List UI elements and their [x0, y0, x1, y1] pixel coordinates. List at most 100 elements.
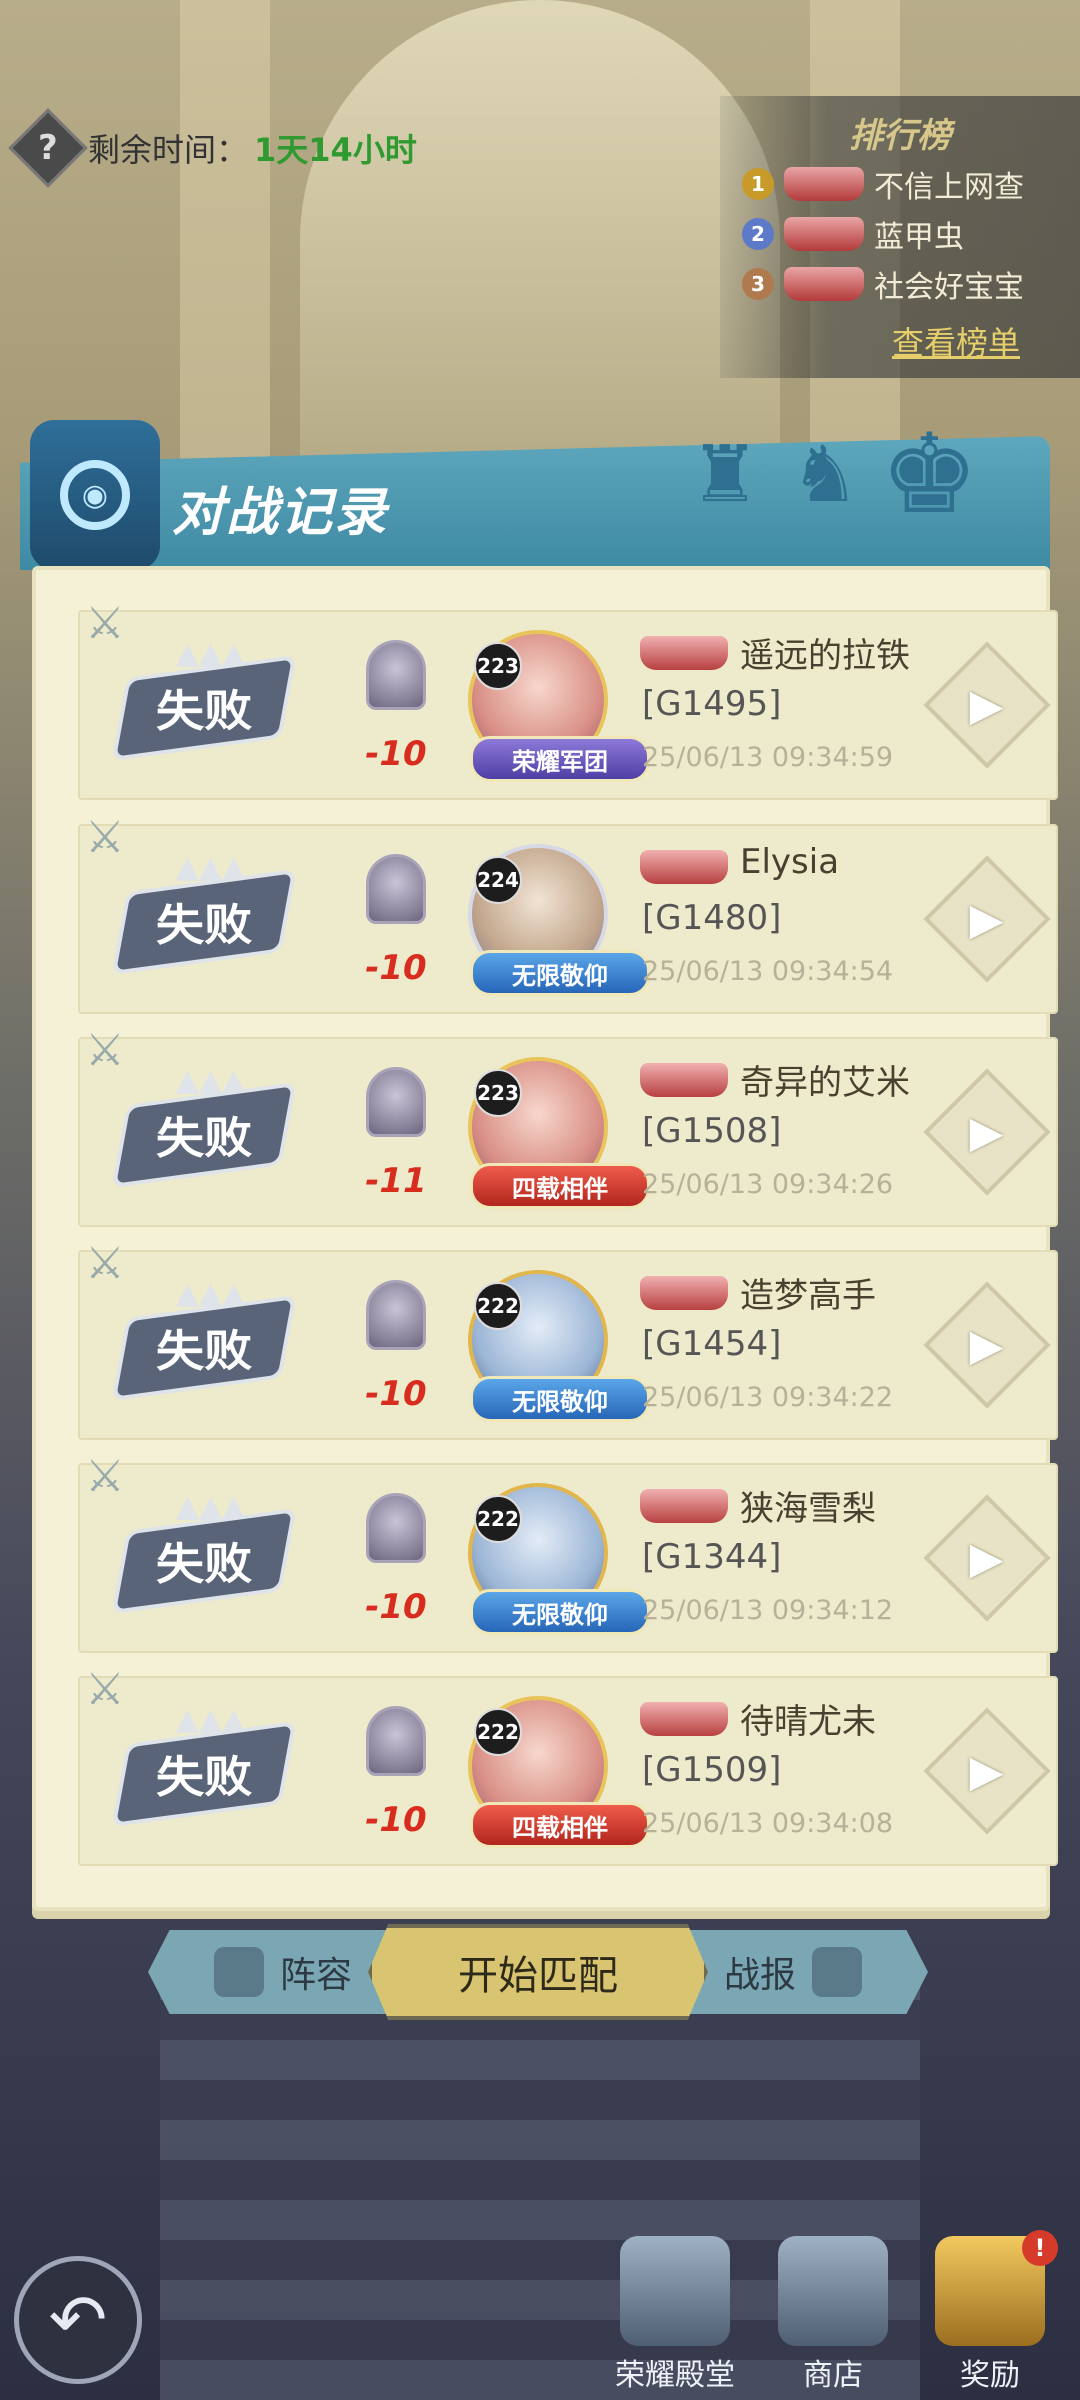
match-time: 25/06/13 09:34:54 [642, 956, 894, 987]
page-title: 对战记录 [172, 483, 389, 543]
crossed-swords-icon: ⚔ [85, 1024, 125, 1076]
skin-title-tag: 荣耀军团 [470, 736, 650, 782]
battle-record-row[interactable]: ⚔ ▲▲▲ 失败 -10 222 无限敬仰 造梦高手 [G1454] 25/06… [78, 1238, 1058, 1440]
opponent-name: 狭海雪梨 [740, 1489, 876, 1529]
player-rank-badge-icon [640, 850, 728, 884]
player-rank-badge-icon [640, 1489, 728, 1523]
battle-record-row[interactable]: ⚔ ▲▲▲ 失败 -10 224 无限敬仰 Elysia [G1480] 25/… [78, 812, 1058, 1014]
result-badge: 失败 [111, 1294, 297, 1402]
rank-player-name: 蓝甲虫 [874, 220, 964, 255]
play-icon: ▶ [970, 1319, 1004, 1371]
battle-report-tab-label: 战报 [723, 1955, 796, 1996]
replay-button[interactable]: ▶ [923, 1068, 1051, 1196]
rank-badge-icon [784, 267, 864, 301]
opponent-code: [G1480] [642, 898, 782, 938]
result-badge: 失败 [111, 868, 297, 976]
hall-label: 荣耀殿堂 [615, 2358, 735, 2393]
shop-button[interactable]: 商店 [758, 2236, 908, 2393]
replay-button[interactable]: ▶ [923, 1281, 1051, 1409]
ranking-title: 排行榜 [849, 116, 951, 156]
opponent-code: [G1495] [642, 684, 782, 724]
rank-badge-icon [784, 217, 864, 251]
ranking-panel: 排行榜 1 不信上网查 2 蓝甲虫 3 社会好宝宝 查看榜单 [720, 96, 1080, 378]
score-change: -11 [365, 1161, 427, 1201]
rank-badge-icon [784, 167, 864, 201]
result-badge: 失败 [111, 654, 297, 762]
player-rank-badge-icon [640, 1276, 728, 1310]
opponent-name: 待晴尤未 [740, 1702, 876, 1742]
crossed-swords-icon: ⚔ [85, 1663, 125, 1715]
play-icon: ▶ [970, 1106, 1004, 1158]
player-level: 223 [474, 1069, 522, 1117]
battle-record-icon: ◉ [30, 420, 160, 570]
score-change: -10 [365, 948, 427, 988]
opponent-name: 遥远的拉铁 [740, 636, 910, 676]
view-ranking-link[interactable]: 查看榜单 [892, 318, 1020, 364]
action-tabs: 阵容 战报 开始匹配 [148, 1924, 928, 2020]
score-change: -10 [365, 1800, 427, 1840]
crossed-swords-icon: ⚔ [85, 1237, 125, 1289]
alert-badge: ! [1022, 2230, 1058, 2266]
result-badge: 失败 [111, 1507, 297, 1615]
opponent-name: 奇异的艾米 [740, 1063, 910, 1103]
ranking-row-2[interactable]: 2 蓝甲虫 [742, 212, 964, 256]
battle-record-row[interactable]: ⚔ ▲▲▲ 失败 -11 223 四载相伴 奇异的艾米 [G1508] 25/0… [78, 1025, 1058, 1227]
start-match-button[interactable]: 开始匹配 [368, 1924, 708, 2020]
shop-icon [778, 2236, 888, 2346]
opponent-code: [G1508] [642, 1111, 782, 1151]
crossed-swords-icon: ⚔ [85, 1450, 125, 1502]
question-icon[interactable]: ? [8, 108, 88, 188]
wizard-silhouette-icon: ♜ [690, 430, 760, 520]
opponent-code: [G1509] [642, 1750, 782, 1790]
battle-record-row[interactable]: ⚔ ▲▲▲ 失败 -10 223 荣耀军团 遥远的拉铁 [G1495] 25/0… [78, 598, 1058, 800]
match-time: 25/06/13 09:34:22 [642, 1382, 894, 1413]
back-button[interactable]: ↶ [14, 2256, 142, 2384]
replay-button[interactable]: ▶ [923, 1707, 1051, 1835]
cat-silhouette-icon: ♞ [790, 430, 860, 520]
player-level: 224 [474, 856, 522, 904]
score-change: -10 [365, 1587, 427, 1627]
match-time: 25/06/13 09:34:59 [642, 742, 894, 773]
skin-title-tag: 四载相伴 [470, 1163, 650, 1209]
replay-button[interactable]: ▶ [923, 1494, 1051, 1622]
skin-title-tag: 无限敬仰 [470, 950, 650, 996]
battle-record-row[interactable]: ⚔ ▲▲▲ 失败 -10 222 四载相伴 待晴尤未 [G1509] 25/06… [78, 1664, 1058, 1866]
replay-button[interactable]: ▶ [923, 641, 1051, 769]
player-level: 222 [474, 1495, 522, 1543]
replay-button[interactable]: ▶ [923, 855, 1051, 983]
timer-value: 1天14小时 [254, 131, 417, 169]
battle-record-row[interactable]: ⚔ ▲▲▲ 失败 -10 222 无限敬仰 狭海雪梨 [G1344] 25/06… [78, 1451, 1058, 1653]
ranking-row-3[interactable]: 3 社会好宝宝 [742, 262, 1024, 306]
rank-tier-icon [366, 1280, 426, 1350]
hall-of-glory-button[interactable]: 荣耀殿堂 [600, 2236, 750, 2393]
rank-number: 3 [742, 268, 774, 300]
score-change: -10 [365, 1374, 427, 1414]
match-time: 25/06/13 09:34:26 [642, 1169, 894, 1200]
player-level: 223 [474, 642, 522, 690]
result-label: 失败 [155, 1111, 253, 1164]
lineup-tab-label: 阵容 [279, 1955, 352, 1996]
result-label: 失败 [155, 1324, 253, 1377]
rank-tier-icon [366, 854, 426, 924]
player-level: 222 [474, 1282, 522, 1330]
rank-player-name: 不信上网查 [874, 170, 1024, 205]
opponent-code: [G1454] [642, 1324, 782, 1364]
reward-label: 奖励 [960, 2358, 1020, 2393]
shop-label: 商店 [803, 2358, 863, 2393]
battle-record-panel: ⚔ ▲▲▲ 失败 -10 223 荣耀军团 遥远的拉铁 [G1495] 25/0… [32, 566, 1058, 1911]
opponent-code: [G1344] [642, 1537, 782, 1577]
rank-player-name: 社会好宝宝 [874, 270, 1024, 305]
player-level: 222 [474, 1708, 522, 1756]
result-label: 失败 [155, 684, 253, 737]
ranking-row-1[interactable]: 1 不信上网查 [742, 162, 1024, 206]
rank-tier-icon [366, 1706, 426, 1776]
result-badge: 失败 [111, 1081, 297, 1189]
player-rank-badge-icon [640, 1063, 728, 1097]
play-icon: ▶ [970, 1532, 1004, 1584]
player-rank-badge-icon [640, 636, 728, 670]
shield-icon [213, 1947, 264, 1997]
rank-tier-icon [366, 1493, 426, 1563]
result-badge: 失败 [111, 1720, 297, 1828]
opponent-name: Elysia [740, 842, 840, 882]
play-icon: ▶ [970, 1745, 1004, 1797]
